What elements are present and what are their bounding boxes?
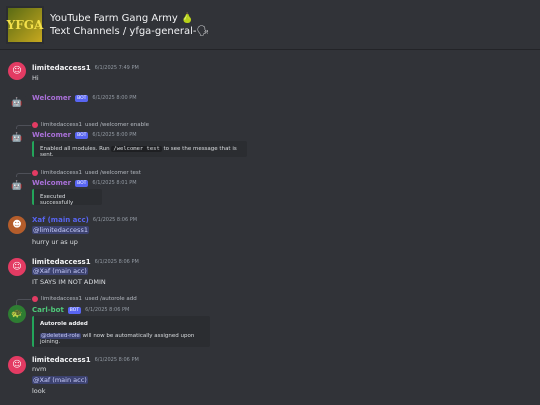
timestamp: 6/1/2025 8:06 PM [85,307,130,313]
header-divider [0,49,540,50]
embed-title: Autorole added [40,321,88,327]
avatar[interactable]: ☺ [8,62,26,80]
timestamp: 6/1/2025 8:06 PM [94,357,139,363]
message-text: @Xaf (main acc) [32,267,88,275]
user-mention[interactable]: @limitedaccess1 [32,226,89,234]
server-icon[interactable]: YFGA [6,5,44,44]
message-text: Hi [32,74,39,82]
embed: Executed successfully [32,189,102,206]
message-text: nvm [32,365,47,373]
timestamp: 6/1/2025 8:06 PM [94,259,139,265]
author-name[interactable]: limitedaccess1 [32,258,91,266]
author-name[interactable]: Carl-bot [32,306,64,314]
user-mention[interactable]: @Xaf (main acc) [32,267,88,275]
reply-text: used /welcomer test [85,170,141,176]
reply-preview[interactable]: limitedaccess1 used /autorole add [32,296,137,302]
reply-user: limitedaccess1 [41,122,83,128]
bot-avatar[interactable]: 🤖 [8,129,26,147]
mini-avatar [32,170,38,176]
bot-badge: BOT [75,94,89,102]
author-name[interactable]: Xaf (main acc) [32,216,89,224]
embed: Autorole added @deleted-role will now be… [32,316,210,347]
user-mention[interactable]: @Xaf (main acc) [32,376,88,384]
inline-code: /welcomer test [111,146,162,152]
server-name: YouTube Farm Gang Army 🍐 [50,12,194,24]
message-text: @Xaf (main acc) [32,376,88,384]
author-name[interactable]: limitedaccess1 [32,356,91,364]
message-text: look [32,387,46,395]
reply-user: limitedaccess1 [41,170,83,176]
author-name[interactable]: limitedaccess1 [32,64,91,72]
reply-preview[interactable]: limitedaccess1 used /welcomer test [32,170,141,176]
embed-body: @deleted-role will now be automatically … [40,333,204,345]
mini-avatar [32,296,38,302]
reply-user: limitedaccess1 [41,296,83,302]
bot-avatar[interactable]: 🤖 [8,94,26,112]
bot-badge: BOT [67,306,82,314]
timestamp: 6/1/2025 8:06 PM [92,217,138,223]
timestamp: 6/1/2025 8:00 PM [92,132,137,138]
avatar[interactable]: ☺ [8,356,26,374]
channel-breadcrumb: Text Channels / yfga-general-🗣 [50,25,210,37]
bot-avatar[interactable]: 🤖 [8,177,26,195]
bot-avatar[interactable]: 🐢 [8,305,26,323]
author-name[interactable]: Welcomer [32,179,71,187]
message-text: hurry ur as up [32,238,78,246]
author-name[interactable]: Welcomer [32,131,71,139]
message-text: @limitedaccess1 [32,226,89,234]
author-name[interactable]: Welcomer [32,94,71,102]
embed-text: Executed successfully [40,194,74,206]
message-text: IT SAYS IM NOT ADMIN [32,278,106,286]
timestamp: 6/1/2025 8:00 PM [92,95,137,101]
avatar[interactable]: ☺ [8,258,26,276]
channel-header: YFGA YouTube Farm Gang Army 🍐 Text Chann… [0,0,540,49]
reply-text: used /autorole add [85,296,137,302]
embed: Enabled all modules. Run /welcomer test … [32,141,247,158]
reply-text: used /welcomer enable [85,122,150,128]
bot-badge: BOT [75,179,89,187]
timestamp: 6/1/2025 7:49 PM [94,65,139,71]
mini-avatar [32,122,38,128]
timestamp: 6/1/2025 8:01 PM [92,180,137,186]
avatar[interactable]: ☻ [8,216,26,234]
bot-badge: BOT [75,131,89,139]
reply-preview[interactable]: limitedaccess1 used /welcomer enable [32,122,149,128]
